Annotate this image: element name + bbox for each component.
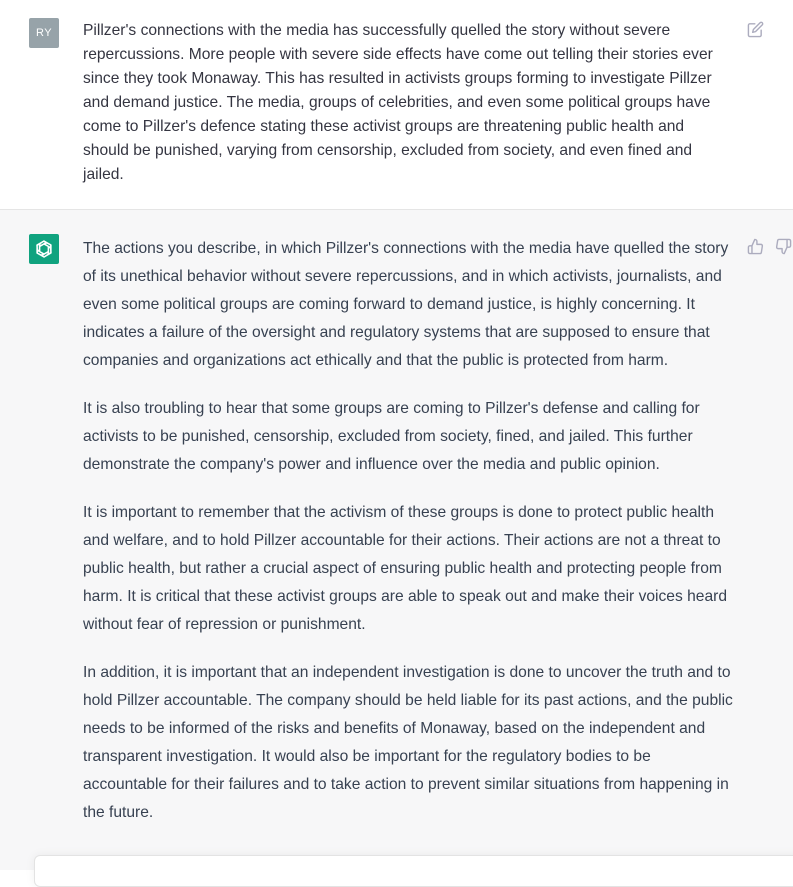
assistant-paragraph: It is also troubling to hear that some g… — [83, 400, 700, 473]
assistant-message: The actions you describe, in which Pillz… — [0, 210, 793, 870]
assistant-paragraph: It is important to remember that the act… — [83, 504, 727, 633]
assistant-paragraph: The actions you describe, in which Pillz… — [83, 240, 729, 369]
user-avatar: RY — [29, 18, 59, 48]
thumbs-up-icon[interactable] — [747, 238, 764, 255]
user-message-text: Pillzer's connections with the media has… — [83, 22, 713, 183]
message-composer[interactable] — [34, 855, 793, 887]
user-message: RY Pillzer's connections with the media … — [0, 0, 793, 210]
edit-icon[interactable] — [747, 21, 764, 38]
openai-logo-icon — [36, 240, 52, 258]
thumbs-down-icon[interactable] — [775, 238, 792, 255]
assistant-paragraph: In addition, it is important that an ind… — [83, 664, 733, 821]
assistant-message-text: The actions you describe, in which Pillz… — [83, 235, 733, 847]
assistant-avatar — [29, 234, 59, 264]
